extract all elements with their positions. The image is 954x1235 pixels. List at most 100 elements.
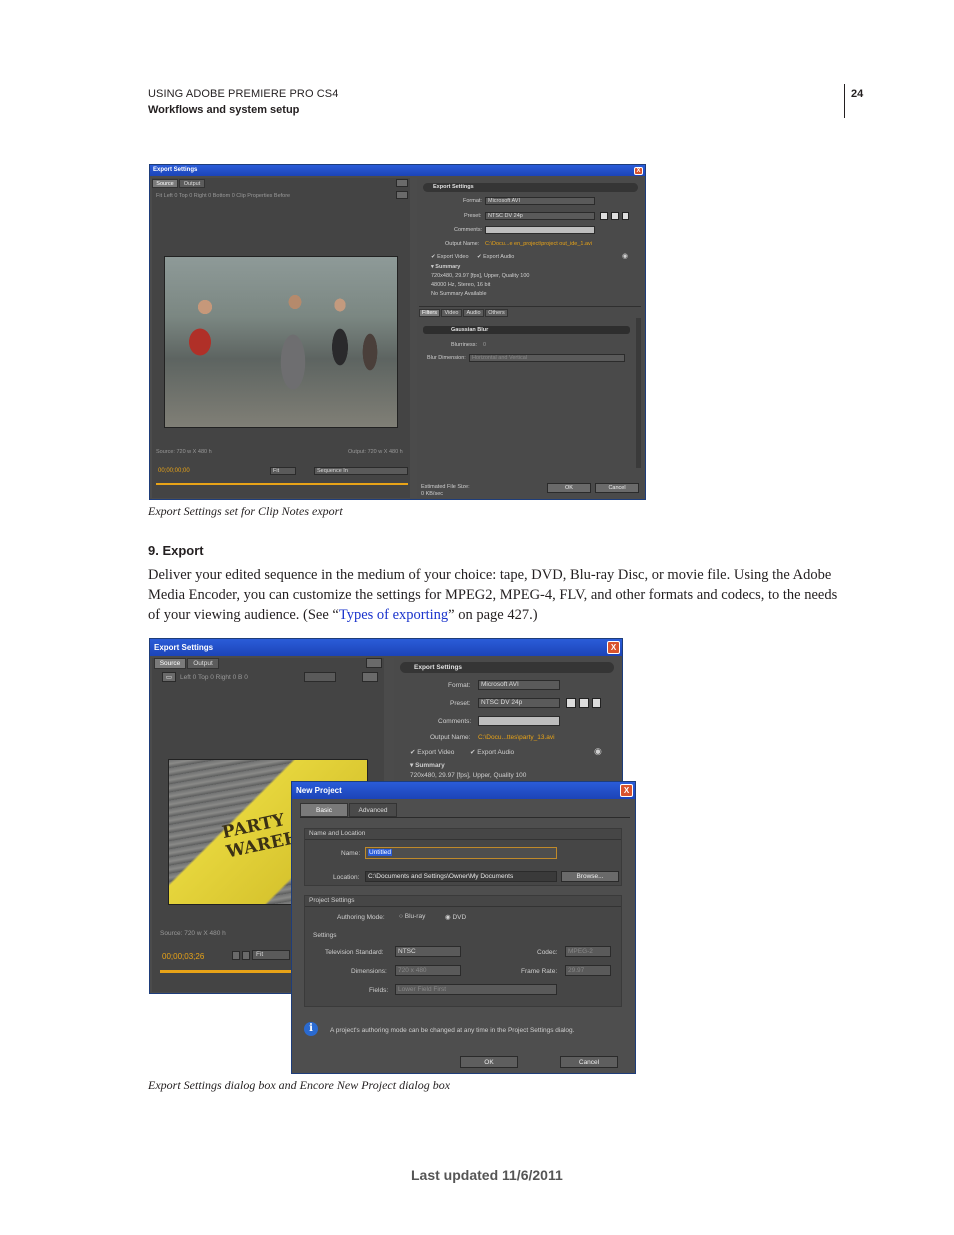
name-location-group: Name and Location Name: Untitled Locatio… (304, 828, 622, 886)
blurriness-label: Blurriness: (451, 342, 477, 348)
comments-field[interactable] (485, 226, 595, 234)
tab-output[interactable]: Output (179, 179, 205, 188)
bluray-radio[interactable]: ○ Blu-ray (399, 913, 425, 920)
summary-video: 720x480, 29.97 [fps], Upper, Quality 100 (410, 772, 527, 779)
range-dropdown[interactable]: Sequence In (314, 467, 408, 475)
in-point-button[interactable] (232, 951, 240, 960)
dimensions-dropdown[interactable]: 720 x 480 (395, 965, 461, 976)
timecode[interactable]: 00;00;03;26 (162, 952, 204, 961)
estimated-size-label: Estimated File Size: (421, 484, 470, 490)
location-dropdown[interactable]: C:\Documents and Settings\Owner\My Docum… (365, 871, 557, 882)
tab-audio[interactable]: Audio (463, 309, 484, 317)
ok-button[interactable]: OK (460, 1056, 518, 1068)
output-name-link[interactable]: C:\Docu...e en_project\project out_ide_1… (485, 241, 592, 247)
codec-dropdown[interactable]: MPEG-2 (565, 946, 611, 957)
cancel-button[interactable]: Cancel (595, 483, 639, 493)
device-central-icon[interactable]: ◉ (622, 252, 628, 260)
save-preset-icon[interactable] (600, 212, 608, 220)
scrollbar[interactable] (636, 318, 641, 468)
panel-menu-button[interactable] (366, 658, 382, 668)
preset-dropdown[interactable]: NTSC DV 24p (478, 698, 560, 708)
tab-video[interactable]: Video (441, 309, 462, 317)
comments-field[interactable] (478, 716, 560, 726)
crop-apply-button[interactable] (396, 191, 408, 199)
export-video-checkbox[interactable]: ✔ Export Video (410, 748, 454, 756)
frame-rate-dropdown[interactable]: 29.97 (565, 965, 611, 976)
out-point-button[interactable] (242, 951, 250, 960)
close-icon[interactable]: X (607, 641, 620, 654)
gaussian-blur-header[interactable]: Gaussian Blur (423, 326, 630, 334)
tv-standard-dropdown[interactable]: NTSC (395, 946, 461, 957)
tab-basic[interactable]: Basic (300, 803, 348, 817)
name-input[interactable]: Untitled (365, 847, 557, 859)
tab-source[interactable]: Source (154, 658, 186, 669)
export-audio-checkbox[interactable]: ✔ Export Audio (477, 254, 514, 260)
video-preview (164, 256, 398, 428)
output-name-link[interactable]: C:\Docu...ttes\party_13.avi (478, 734, 555, 741)
cancel-button[interactable]: Cancel (560, 1056, 618, 1068)
last-updated-footer: Last updated 11/6/2011 (411, 1167, 563, 1183)
summary-video: 720x480, 29.97 [fps], Upper, Quality 100 (431, 273, 530, 279)
tab-filters[interactable]: Filters (419, 309, 440, 317)
summary-other: No Summary Available (431, 291, 487, 297)
dvd-label: DVD (452, 914, 467, 921)
header-rule (844, 84, 845, 118)
page-number: 24 (851, 88, 864, 100)
tab-output[interactable]: Output (187, 658, 219, 669)
close-icon[interactable]: X (620, 784, 633, 797)
browse-button[interactable]: Browse... (561, 871, 619, 882)
export-audio-label: Export Audio (477, 749, 515, 756)
info-text: A project's authoring mode can be change… (330, 1027, 575, 1034)
tab-others[interactable]: Others (485, 309, 508, 317)
running-header-title: USING ADOBE PREMIERE PRO CS4 (148, 88, 339, 100)
tv-standard-label: Television Standard: (325, 949, 384, 956)
export-video-checkbox[interactable]: ✔ Export Video (431, 254, 469, 260)
running-header-section: Workflows and system setup (148, 104, 300, 116)
title-bar: Export Settings (150, 639, 622, 656)
crop-tool-icon[interactable]: ▭ (162, 672, 176, 682)
body-paragraph: Deliver your edited sequence in the medi… (148, 565, 843, 625)
export-settings-header: Export Settings (400, 662, 614, 673)
blurriness-value[interactable]: 0 (483, 342, 486, 348)
tab-divider (300, 817, 630, 818)
blur-dimension-dropdown[interactable]: Horizontal and Vertical (469, 354, 625, 362)
preset-label: Preset: (450, 700, 471, 707)
format-dropdown[interactable]: Microsoft AVI (485, 197, 595, 205)
project-settings-group: Project Settings Authoring Mode: ○ Blu-r… (304, 895, 622, 1007)
bluray-label: Blu-ray (404, 913, 426, 920)
panel-menu-button[interactable] (396, 179, 408, 187)
tab-advanced[interactable]: Advanced (349, 803, 397, 817)
crop-ratio-dropdown[interactable] (304, 672, 336, 682)
close-icon[interactable]: X (634, 167, 643, 175)
summary-toggle[interactable]: ▾ Summary (410, 761, 445, 769)
save-preset-icon[interactable] (566, 698, 576, 708)
title-bar: Export Settings (150, 165, 645, 176)
summary-label: Summary (435, 264, 461, 270)
tab-source[interactable]: Source (152, 179, 178, 188)
delete-preset-icon[interactable] (622, 212, 629, 220)
ok-button[interactable]: OK (547, 483, 591, 493)
timecode[interactable]: 00;00;00;00 (158, 468, 190, 474)
paragraph-text-after: ” on page 427.) (448, 607, 538, 623)
dvd-radio[interactable]: ◉ DVD (445, 913, 466, 921)
delete-preset-icon[interactable] (592, 698, 601, 708)
import-preset-icon[interactable] (579, 698, 589, 708)
export-audio-checkbox[interactable]: ✔ Export Audio (470, 748, 514, 756)
summary-audio: 48000 Hz, Stereo, 16 bit (431, 282, 491, 288)
summary-toggle[interactable]: ▾ Summary (431, 264, 460, 270)
fit-dropdown[interactable]: Fit (270, 467, 296, 475)
fit-dropdown[interactable]: Fit (252, 950, 290, 960)
preset-dropdown[interactable]: NTSC DV 24p (485, 212, 595, 220)
fields-dropdown[interactable]: Lower Field First (395, 984, 557, 995)
export-audio-label: Export Audio (483, 254, 515, 260)
blur-dimension-label: Blur Dimension: (427, 355, 466, 361)
dimensions-label: Dimensions: (351, 968, 387, 975)
device-central-icon[interactable]: ◉ (594, 746, 602, 757)
output-name-label: Output Name: (445, 241, 480, 247)
types-of-exporting-link[interactable]: Types of exporting (339, 607, 448, 623)
crop-apply-button[interactable] (362, 672, 378, 682)
export-settings-screenshot-1: Export Settings X Source Output Fit Left… (149, 164, 646, 500)
import-preset-icon[interactable] (611, 212, 619, 220)
format-dropdown[interactable]: Microsoft AVI (478, 680, 560, 690)
timeline-slider[interactable] (156, 483, 408, 485)
